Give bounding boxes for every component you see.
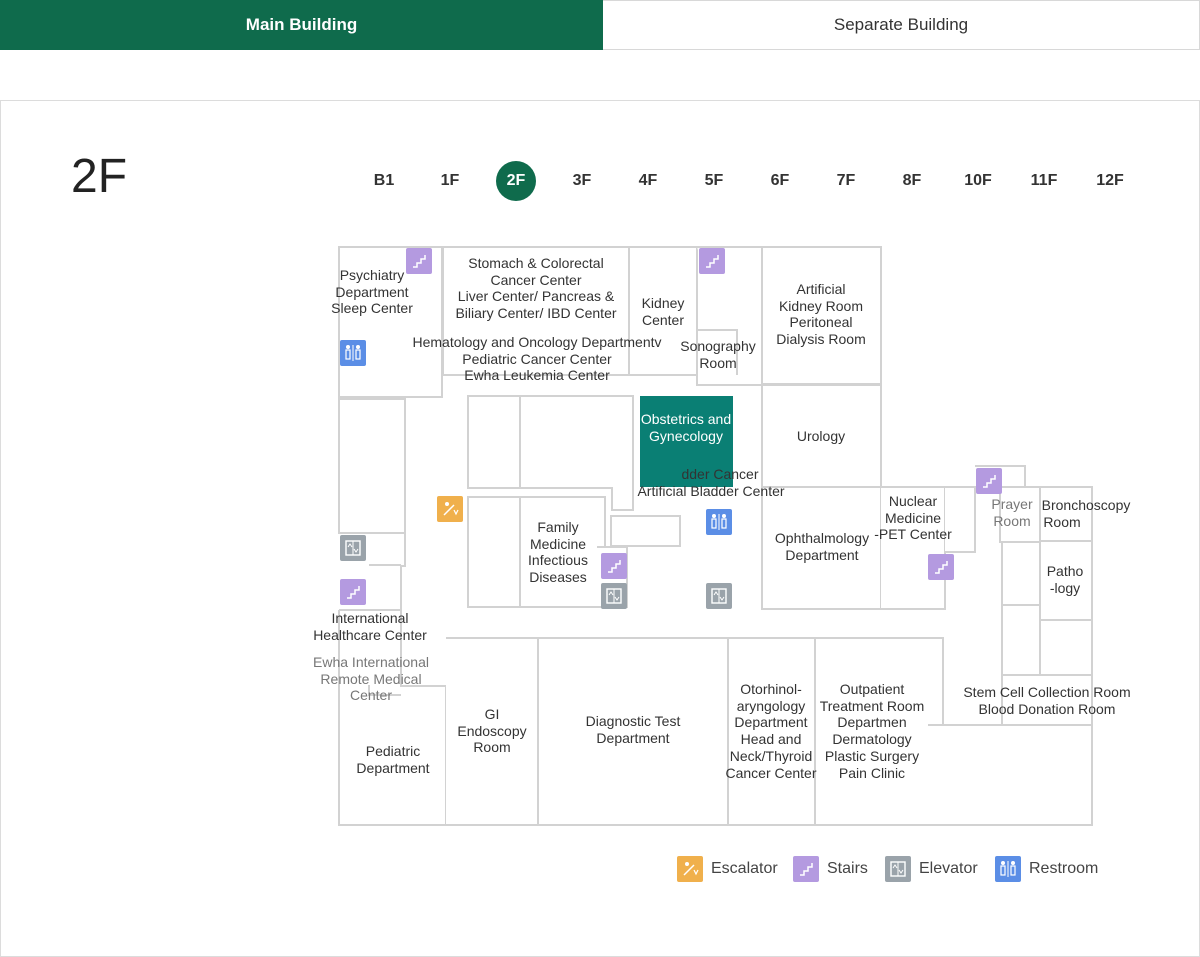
room-pathology: Patho -logy — [1047, 563, 1084, 596]
restroom-icon — [995, 856, 1021, 882]
legend-stairs: Stairs — [793, 856, 868, 882]
elevator-icon[interactable] — [706, 583, 732, 609]
room-psychiatry: Psychiatry Department Sleep Center — [331, 267, 413, 316]
elevator-icon[interactable] — [601, 583, 627, 609]
room-ophthalmology: Ophthalmology Department — [775, 530, 869, 563]
stairs-icon — [793, 856, 819, 882]
stairs-icon[interactable] — [340, 579, 366, 605]
room-kidney-center: Kidney Center — [642, 295, 685, 328]
room-pediatric: Pediatric Department — [356, 743, 429, 776]
stairs-icon[interactable] — [928, 554, 954, 580]
legend-label: Elevator — [919, 860, 978, 877]
room-stomach-center: Stomach & Colorectal Cancer Center Liver C… — [455, 255, 616, 321]
legend-elevator: Elevator — [885, 856, 978, 882]
floor-plan-map: Psychiatry Department Sleep Center Stomach… — [313, 246, 1131, 826]
room-stem-cell: Stem Cell Collection Room Blood Donation … — [963, 684, 1130, 717]
stairs-icon[interactable] — [699, 248, 725, 274]
escalator-icon — [677, 856, 703, 882]
legend-label: Stairs — [827, 860, 868, 877]
elevator-icon — [885, 856, 911, 882]
legend-label: Escalator — [711, 860, 778, 877]
legend-label: Restroom — [1029, 860, 1099, 877]
stairs-icon[interactable] — [601, 553, 627, 579]
legend-restroom: Restroom — [995, 856, 1098, 882]
stairs-icon[interactable] — [976, 468, 1002, 494]
room-urology: Urology — [797, 428, 845, 444]
elevator-icon[interactable] — [340, 535, 366, 561]
stairs-icon[interactable] — [406, 248, 432, 274]
restroom-icon[interactable] — [706, 509, 732, 535]
escalator-icon[interactable] — [437, 496, 463, 522]
room-diagnostic-test: Diagnostic Test Department — [586, 713, 681, 746]
restroom-icon[interactable] — [340, 340, 366, 366]
room-obgyn: Obstetrics and Gynecology — [641, 411, 731, 444]
room-prayer: Prayer Room — [991, 496, 1033, 529]
legend-escalator: Escalator — [677, 856, 778, 882]
room-international: International Healthcare Center — [313, 610, 427, 643]
